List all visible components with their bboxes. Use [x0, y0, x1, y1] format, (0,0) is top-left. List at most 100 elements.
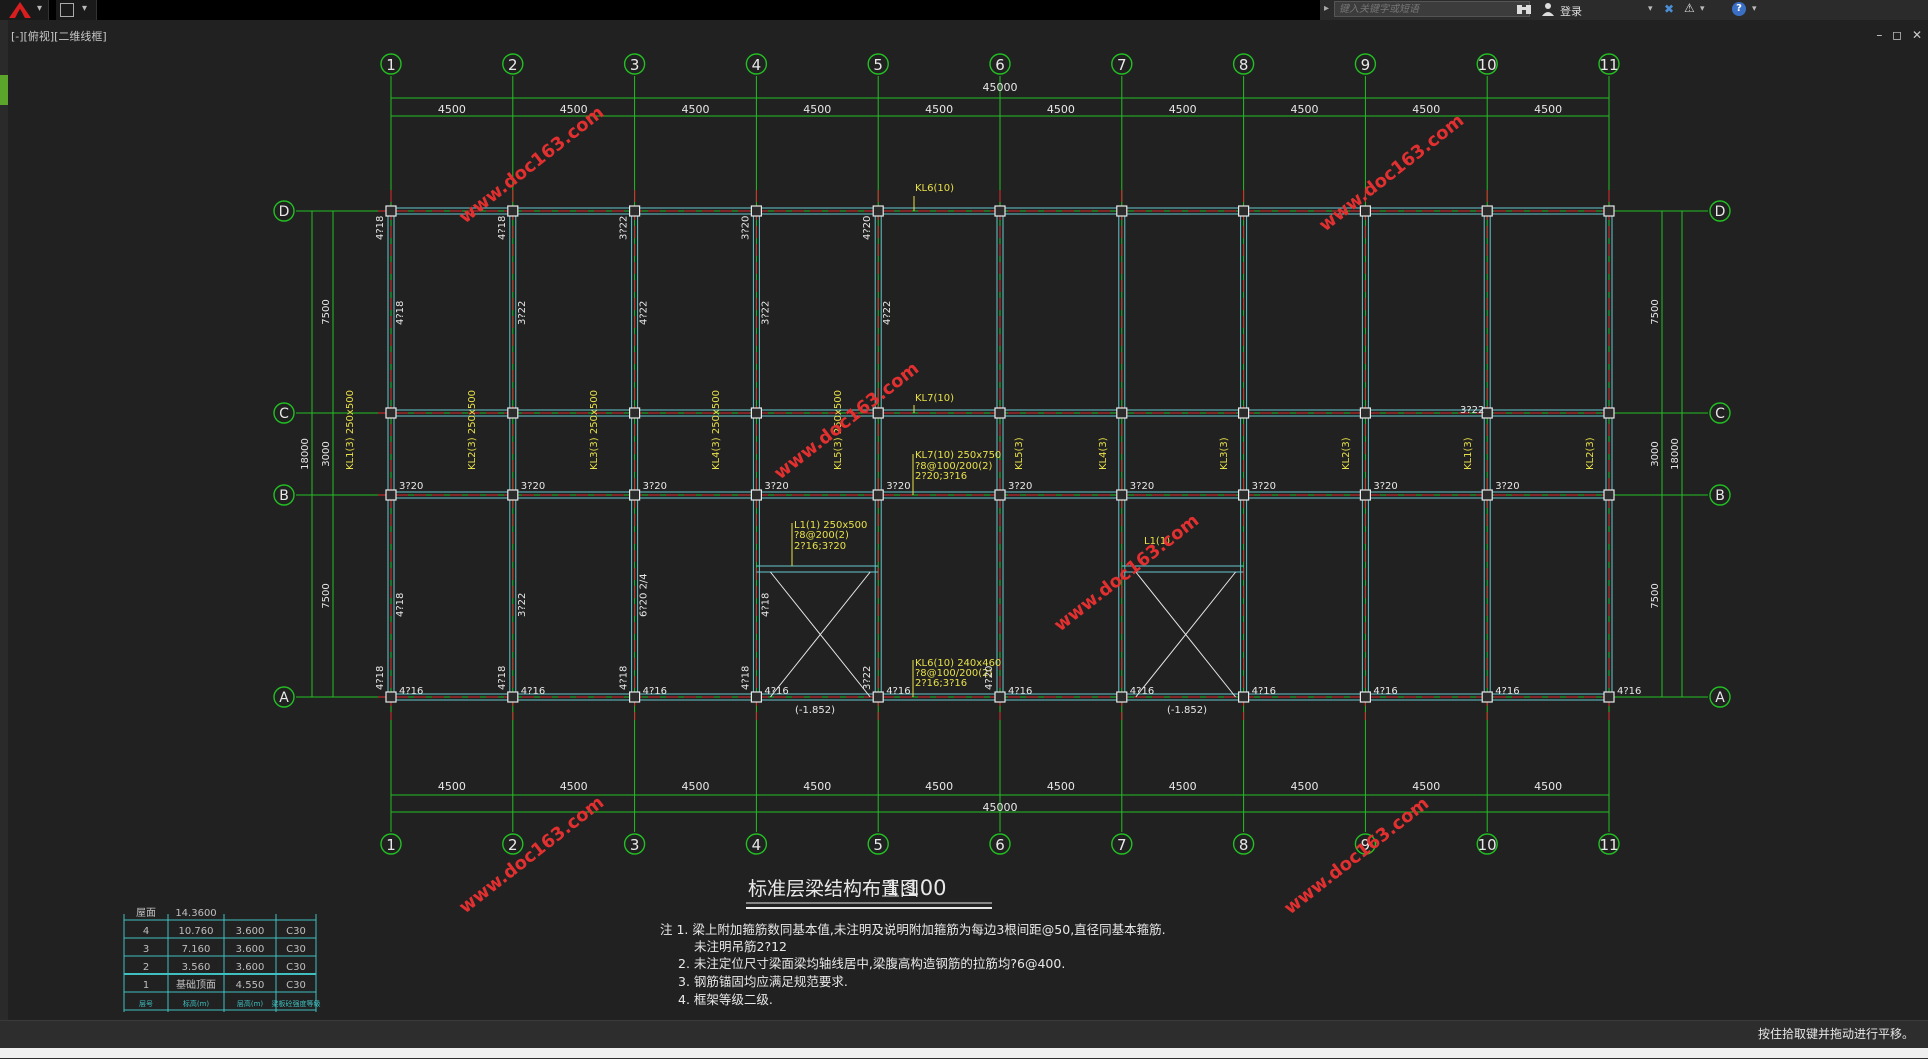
- save-icon[interactable]: [60, 3, 74, 17]
- table-cell: 1: [143, 980, 149, 991]
- a360-icon[interactable]: ⚠: [1684, 1, 1695, 15]
- login-button[interactable]: 登录: [1560, 3, 1582, 19]
- rebar-label: 3?20: [886, 481, 910, 492]
- elevation-label: (-1.852): [795, 705, 835, 716]
- beam-label: KL2(3): [1341, 437, 1352, 470]
- axis-label: C: [279, 406, 289, 422]
- table-cell: 梁板砼强度等级: [272, 999, 321, 1008]
- expand-arrow-icon[interactable]: ▸: [1324, 3, 1329, 14]
- axis-label: 6: [995, 56, 1005, 74]
- table-cell: 层高(m): [237, 999, 264, 1008]
- exchange-icon[interactable]: ✖: [1664, 2, 1674, 16]
- table-cell: 7.160: [182, 944, 211, 955]
- axis-label: D: [1715, 204, 1726, 220]
- dimension-text: 18000: [1670, 438, 1681, 470]
- column: [994, 489, 1006, 501]
- table-cell: 3.600: [236, 926, 265, 937]
- column: [750, 407, 763, 419]
- column: [750, 205, 763, 217]
- quick-access-toolbar[interactable]: ▾: [56, 0, 97, 20]
- column: [872, 489, 884, 501]
- table-cell: 3.600: [236, 944, 265, 955]
- axis-label: 10: [1478, 56, 1497, 74]
- dimension-text: 7500: [1650, 299, 1661, 324]
- chevron-down-icon[interactable]: ▾: [1752, 4, 1757, 14]
- watermark: www.doc163.com: [1315, 110, 1468, 236]
- beam-label: KL3(3): [1219, 437, 1230, 470]
- rebar-label: 4?22: [639, 301, 650, 325]
- binoculars-icon[interactable]: [1516, 2, 1532, 16]
- axis-label: 5: [873, 836, 883, 854]
- dimension-text: 4500: [1291, 103, 1319, 116]
- column: [1359, 691, 1372, 703]
- left-edge-tab[interactable]: [0, 75, 8, 105]
- autocad-logo-icon: [9, 2, 31, 18]
- axis-label: D: [279, 204, 290, 220]
- axis-label: 8: [1239, 836, 1249, 854]
- axis-label: 5: [873, 56, 883, 74]
- chevron-down-icon[interactable]: ▾: [1700, 4, 1705, 14]
- dimension-text: 4500: [1047, 103, 1075, 116]
- rebar-label: 4?16: [886, 686, 910, 697]
- help-icon[interactable]: ?: [1732, 2, 1746, 16]
- column: [628, 489, 641, 501]
- table-cell: 屋面: [136, 907, 156, 919]
- axis-label: 2: [508, 56, 518, 74]
- rebar-label: 4?16: [1008, 686, 1032, 697]
- column: [1359, 489, 1372, 501]
- rebar-label: 4?18: [619, 666, 630, 690]
- beam-label: KL2(3) 250x500: [467, 390, 478, 470]
- watermark: www.doc163.com: [455, 102, 608, 228]
- dimension-text: 4500: [560, 780, 588, 793]
- column: [1116, 407, 1128, 419]
- beam-label: KL7(10): [915, 393, 954, 404]
- drawing-canvas[interactable]: 11223344556677889910101111D DC CB BA A450004…: [8, 20, 1920, 1020]
- dimension-text: 7500: [1650, 583, 1661, 608]
- column: [507, 407, 519, 419]
- watermark: www.doc163.com: [770, 358, 923, 484]
- rebar-label: 4?16: [1252, 686, 1276, 697]
- table-cell: 4: [143, 926, 149, 937]
- rebar-label: 4?18: [740, 666, 751, 690]
- beam-label: KL5(3): [1014, 437, 1025, 470]
- rebar-label: 4?16: [399, 686, 423, 697]
- rebar-label: 3?20: [1495, 481, 1519, 492]
- beam-label: 2?20;3?16: [915, 471, 967, 482]
- title-bar: ▾ ▾ ▸ 登录 ▾ ✖ ⚠ ▾ ? ▾: [0, 0, 1928, 20]
- rebar-label: 3?22: [862, 666, 873, 690]
- chevron-down-icon[interactable]: ▾: [1648, 4, 1653, 14]
- dimension-text: 7500: [321, 583, 332, 608]
- rebar-label: 4?18: [375, 666, 386, 690]
- axis-label: A: [279, 690, 289, 706]
- axis-label: 4: [752, 836, 762, 854]
- annotations: KL6(10)KL7(10)KL7(10) 250x750?8@100/200(…: [345, 183, 1641, 716]
- dimension-text: 4500: [438, 103, 466, 116]
- table-cell: C30: [286, 980, 306, 991]
- user-icon[interactable]: [1542, 2, 1554, 16]
- beam-label: 2?16;3?16: [915, 678, 967, 689]
- axis-label: A: [1715, 690, 1725, 706]
- table-cell: 标高(m): [183, 999, 210, 1008]
- axis-label: 9: [1361, 56, 1371, 74]
- column: [1237, 489, 1250, 501]
- column: [1116, 691, 1128, 703]
- bottom-border: [0, 1048, 1928, 1058]
- search-input[interactable]: [1334, 1, 1530, 17]
- rebar-label: 3?20: [1008, 481, 1032, 492]
- dimension-text: 4500: [803, 103, 831, 116]
- application-menu-button[interactable]: ▾: [0, 0, 49, 20]
- rebar-label: 3?20: [399, 481, 423, 492]
- table-cell: 3.560: [182, 962, 211, 973]
- rebar-label: 3?22: [760, 301, 771, 325]
- column: [385, 407, 397, 419]
- chevron-down-icon[interactable]: ▾: [82, 3, 87, 14]
- column: [1237, 407, 1250, 419]
- axis-label: 11: [1599, 836, 1618, 854]
- column: [1237, 691, 1250, 703]
- beam-label: ?8@200(2): [794, 530, 849, 541]
- column: [750, 691, 763, 703]
- beam-label: KL4(3) 250x500: [711, 390, 722, 470]
- column: [385, 205, 397, 217]
- drawing-scale: 1:100: [886, 876, 947, 900]
- dimension-text: 45000: [983, 801, 1018, 814]
